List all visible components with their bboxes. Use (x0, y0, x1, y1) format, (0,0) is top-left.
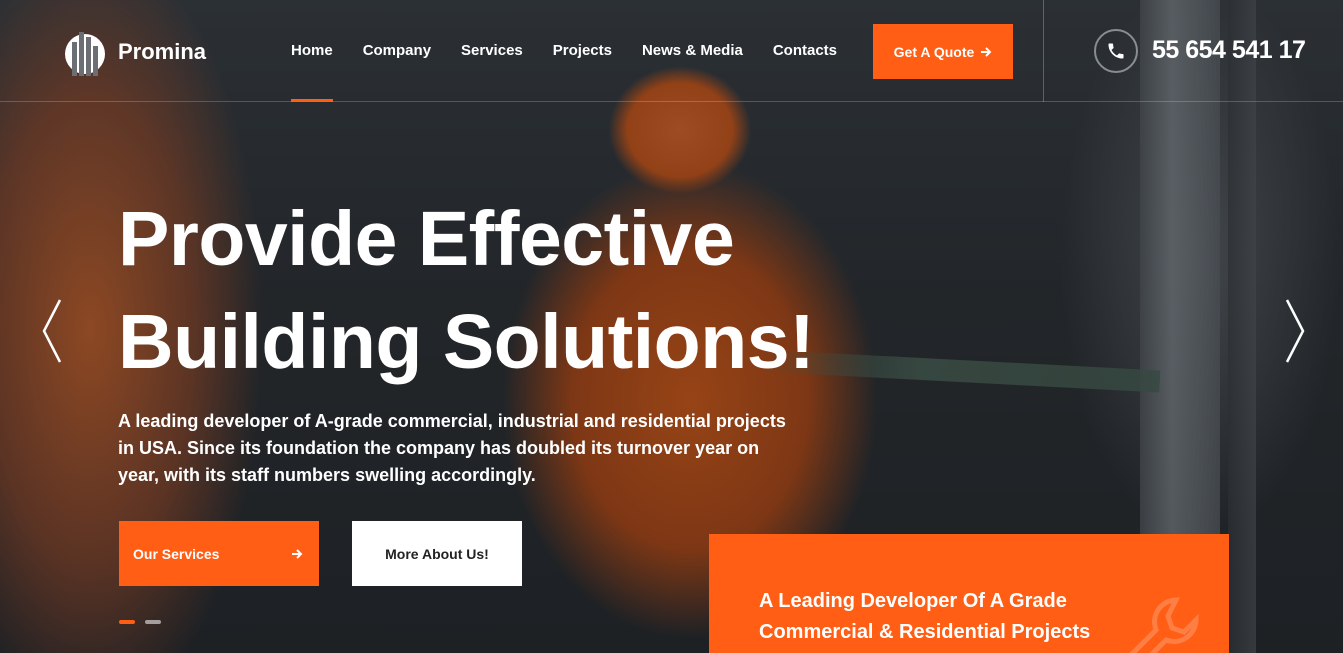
hero-headline: Provide Effective Building Solutions! (118, 188, 878, 394)
main-nav: Home Company Services Projects News & Me… (291, 0, 837, 102)
building-logo-icon (65, 32, 105, 76)
our-services-label: Our Services (133, 545, 220, 562)
wrench-icon (1129, 597, 1199, 653)
hero-slider: Promina Home Company Services Projects N… (0, 0, 1343, 653)
site-header: Promina Home Company Services Projects N… (0, 0, 1343, 102)
slider-dot-active[interactable] (119, 620, 135, 624)
headline-line-1: Provide Effective (118, 196, 735, 282)
nav-item-services[interactable]: Services (461, 0, 523, 102)
brand-name: Promina (118, 39, 207, 64)
nav-item-news-media[interactable]: News & Media (642, 0, 743, 102)
nav-item-contacts[interactable]: Contacts (773, 0, 837, 102)
quote-button-label: Get A Quote (893, 43, 975, 60)
phone-icon (1108, 43, 1124, 59)
chevron-left-icon[interactable] (40, 298, 64, 364)
more-about-us-button[interactable]: More About Us! (352, 521, 522, 586)
nav-item-home[interactable]: Home (291, 0, 333, 102)
slider-dot[interactable] (145, 620, 161, 624)
more-about-us-label: More About Us! (385, 545, 489, 562)
hero-description: A leading developer of A-grade commercia… (118, 411, 786, 485)
chevron-right-icon[interactable] (1283, 298, 1307, 364)
phone-button[interactable] (1094, 29, 1138, 73)
nav-item-company[interactable]: Company (363, 0, 431, 102)
arrow-right-icon (292, 548, 303, 559)
phone-number[interactable]: 55 654 541 17 (1152, 36, 1306, 65)
promo-banner: A Leading Developer Of A Grade Commercia… (709, 534, 1229, 653)
promo-line-1: A Leading Developer Of A Grade (759, 590, 1067, 612)
arrow-right-icon (981, 46, 992, 57)
promo-line-2: Commercial & Residential Projects (759, 621, 1091, 643)
get-a-quote-button[interactable]: Get A Quote (873, 24, 1013, 79)
promo-text: A Leading Developer Of A Grade Commercia… (759, 586, 1139, 648)
header-divider (1043, 0, 1044, 102)
nav-item-projects[interactable]: Projects (553, 0, 612, 102)
logo[interactable]: Promina (64, 28, 206, 76)
headline-line-2: Building Solutions! (118, 299, 815, 385)
our-services-button[interactable]: Our Services (119, 521, 319, 586)
